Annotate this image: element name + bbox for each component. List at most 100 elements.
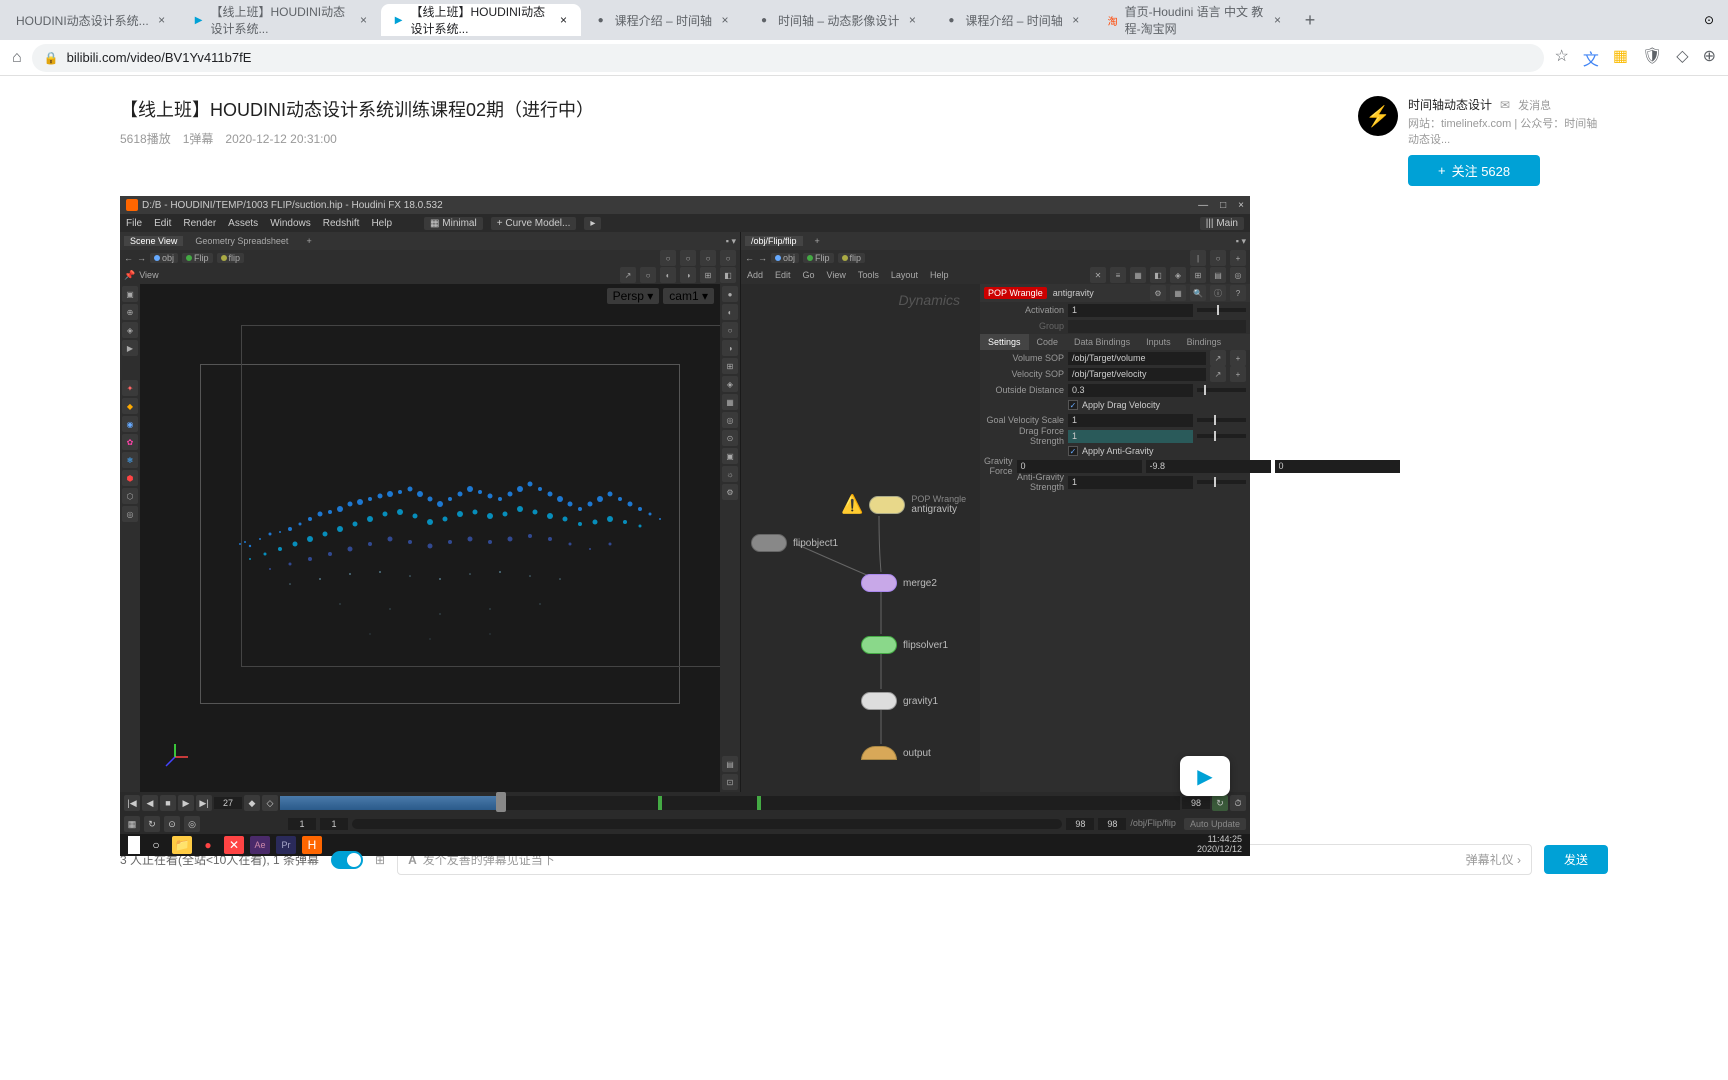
data-bindings-tab[interactable]: Data Bindings [1066,334,1138,350]
shelf-button[interactable]: + Curve Model... [491,217,577,230]
option-icon[interactable]: ▦ [124,816,140,832]
param-option-icon[interactable]: ≡ [1110,267,1126,283]
path-segment[interactable]: Flip [803,253,834,263]
param-option-icon[interactable]: ⊞ [1190,267,1206,283]
view-option-icon[interactable]: ◐ [660,267,676,283]
ae-icon[interactable]: Ae [250,836,270,854]
add-tab-icon[interactable]: + [300,236,317,246]
range-start2[interactable]: 1 [320,818,348,830]
path-segment[interactable]: Flip [182,253,213,263]
snap-icon[interactable]: ⊕ [122,304,138,320]
close-icon[interactable]: × [358,13,368,27]
close-icon[interactable]: × [905,13,919,27]
explorer-icon[interactable]: 📁 [172,836,192,854]
browser-tab[interactable]: ●课程介绍 – 时间轴× [931,4,1094,36]
node-output[interactable]: output [861,746,931,760]
scene-view-tab[interactable]: Scene View [124,236,183,246]
help-icon[interactable]: ? [1230,285,1246,301]
close-icon[interactable]: × [1238,200,1244,211]
drag-force-input[interactable] [1068,430,1193,443]
tool-icon[interactable]: ✿ [122,434,138,450]
node-gravity[interactable]: gravity1 [861,692,938,710]
anti-gravity-input[interactable] [1068,476,1193,489]
add-icon[interactable]: + [1230,350,1246,366]
option-icon[interactable]: | [1190,250,1206,266]
menu-tools[interactable]: Tools [858,270,879,280]
range-start[interactable]: 1 [288,818,316,830]
option-icon[interactable]: ◎ [184,816,200,832]
current-frame[interactable]: 27 [214,797,242,809]
realtime-icon[interactable]: ⏱ [1230,795,1246,811]
menu-go[interactable]: Go [803,270,815,280]
option-icon[interactable]: ○ [680,250,696,266]
param-option-icon[interactable]: ▦ [1130,267,1146,283]
cortana-icon[interactable]: ○ [146,836,166,854]
app-icon[interactable]: ✕ [224,836,244,854]
desktop-dropdown[interactable]: ||| Main [1200,217,1244,230]
extension-icon[interactable]: ◇ [1676,46,1688,70]
display-option-icon[interactable]: ☼ [722,466,738,482]
key-icon[interactable]: ◆ [244,795,260,811]
add-icon[interactable]: + [1230,366,1246,382]
range-slider[interactable] [352,819,1062,829]
message-link[interactable]: 发消息 [1518,97,1551,113]
menu-help[interactable]: Help [371,218,392,229]
goal-velocity-slider[interactable] [1197,418,1246,422]
menu-layout[interactable]: Layout [891,270,918,280]
param-option-icon[interactable]: ◎ [1230,267,1246,283]
menu-edit[interactable]: Edit [154,218,171,229]
info-icon[interactable]: ⓘ [1210,285,1226,301]
maximize-icon[interactable]: □ [1220,200,1226,211]
author-name[interactable]: 时间轴动态设计 [1408,96,1492,113]
outside-distance-input[interactable] [1068,384,1193,397]
display-option-icon[interactable]: ▤ [722,756,738,772]
param-option-icon[interactable]: ✕ [1090,267,1106,283]
video-player[interactable]: D:/B - HOUDINI/TEMP/1003 FLIP/suction.hi… [120,196,1250,836]
extension-icon[interactable]: ⊕ [1703,46,1716,70]
menu-windows[interactable]: Windows [270,218,311,229]
path-segment[interactable]: flip [838,253,866,263]
shelf-expand[interactable]: ▸ [584,217,601,230]
camera-dropdown[interactable]: cam1 ▾ [663,288,714,304]
option-icon[interactable]: + [1230,250,1246,266]
range-end[interactable]: 98 [1066,818,1094,830]
persp-dropdown[interactable]: Persp ▾ [607,288,660,304]
node-antigravity[interactable]: ⚠️ POP Wrangleantigravity [841,494,966,515]
tool-icon[interactable]: ❄ [122,452,138,468]
minimize-icon[interactable]: — [1198,200,1208,211]
view-option-icon[interactable]: ◑ [680,267,696,283]
volume-sop-input[interactable] [1068,352,1206,365]
path-segment[interactable]: flip [217,253,245,263]
key-icon[interactable]: ◇ [262,795,278,811]
tool-icon[interactable]: ◈ [122,322,138,338]
browser-tab[interactable]: HOUDINI动态设计系统...× [4,4,181,36]
close-icon[interactable]: × [1069,13,1083,27]
menu-assets[interactable]: Assets [228,218,258,229]
arrow-icon[interactable]: ▶ [122,340,138,356]
panel-menu-icon[interactable]: ▪ ▾ [1236,236,1246,247]
danmaku-toggle[interactable] [331,851,363,869]
forward-icon[interactable]: → [137,253,146,263]
node-merge[interactable]: merge2 [861,574,937,592]
tool-icon[interactable]: ◆ [122,398,138,414]
bilibili-play-button[interactable]: ▶ [1180,756,1230,796]
follow-button[interactable]: + 关注 5628 [1408,155,1540,186]
panel-menu-icon[interactable]: ▪ ▾ [726,236,736,247]
record-icon[interactable]: ● [198,836,218,854]
node-flipobject[interactable]: flipobject1 [751,534,838,552]
param-option-icon[interactable]: ◧ [1150,267,1166,283]
network-tab[interactable]: /obj/Flip/flip [745,236,803,246]
close-icon[interactable]: × [558,13,568,27]
houdini-taskbar-icon[interactable]: H [302,836,322,854]
home-icon[interactable]: ⌂ [12,49,22,67]
browser-tab-active[interactable]: ▶【线上班】HOUDINI动态设计系统...× [381,4,581,36]
option-icon[interactable]: ○ [1210,250,1226,266]
display-option-icon[interactable]: ◈ [722,376,738,392]
tool-icon[interactable]: ⬢ [122,470,138,486]
menu-edit[interactable]: Edit [775,270,791,280]
display-option-icon[interactable]: ● [722,286,738,302]
update-mode-dropdown[interactable]: Auto Update [1184,818,1246,830]
view-option-icon[interactable]: ⊞ [700,267,716,283]
display-option-icon[interactable]: ○ [722,322,738,338]
browser-tab[interactable]: ●时间轴 – 动态影像设计× [744,4,931,36]
